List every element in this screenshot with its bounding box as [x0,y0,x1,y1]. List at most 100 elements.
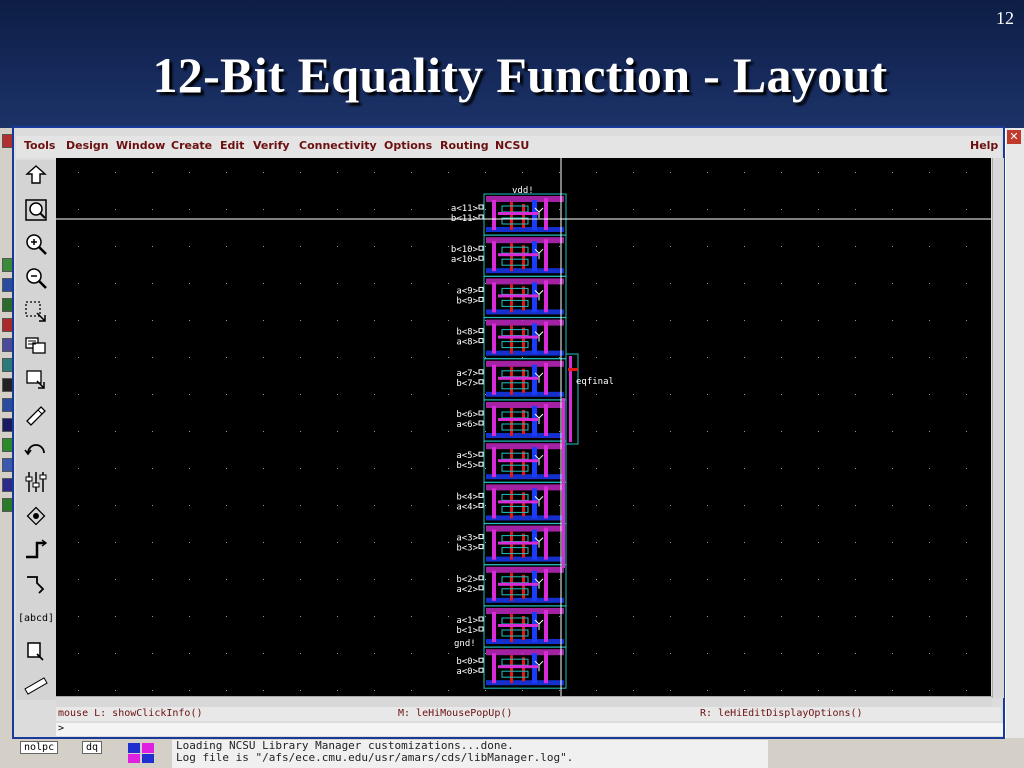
metal2-strap [544,404,548,436]
metal2-rail [486,566,564,573]
taskbar-item[interactable]: nolpc [20,741,59,754]
pin-label: b<5> [456,461,478,471]
menu-ncsu[interactable]: NCSU [495,139,529,152]
pin-label: b<8> [456,328,478,338]
gnd-label: gnd! [454,639,476,649]
metal2-rail [486,608,564,614]
pin-label: a<5> [456,451,478,461]
pin-label: b<7> [456,379,478,389]
polygon-icon[interactable] [21,570,51,598]
pin-label: b<0> [456,657,478,667]
metal2-strap [544,527,548,560]
pin-label: a<10> [451,255,479,265]
status-mouse-middle: M: leHiMousePopUp() [398,708,513,719]
delete-icon[interactable] [21,400,51,428]
metal2-rail [486,484,564,491]
pin-marker [478,451,484,457]
pin-marker [478,420,484,426]
pin-label: a<2> [456,585,478,595]
metal2-strap [492,447,496,478]
menu-verify[interactable]: Verify [253,139,290,152]
menu-routing[interactable]: Routing [440,139,489,152]
pin-label: b<10> [451,245,479,255]
menu-create[interactable]: Create [171,139,212,152]
layout-canvas[interactable]: a<11> b<11> b<10> a<10> a<9> b<9> b<8> a<8> a<7>… [56,158,991,696]
slide-header: 12-Bit Equality Function - Layout 12 [0,0,1024,128]
pin-marker [478,286,484,292]
metal2-wire [498,459,538,463]
menu-tools[interactable]: Tools [24,139,55,152]
stretch-icon[interactable] [21,298,51,326]
pin-marker [478,575,484,581]
move-icon[interactable] [21,366,51,394]
metal2-wire [498,335,538,339]
layout-editor-window: Tools Design Window Create Edit Verify C… [12,126,1005,739]
metal2-strap [492,406,496,436]
metal2-wire [498,665,538,669]
pin-marker [478,667,484,673]
layout-drawing: a<11>b<11> b<10>a<10> a<9>b<9> b<8>a<8> a<7>… [56,158,991,696]
metal1-strap [532,488,537,519]
metal2-wire [498,253,538,257]
metal2-rail [486,319,564,326]
pin-marker [478,338,484,344]
pin-marker [478,204,484,210]
pin-marker [478,626,484,632]
metal2-rail [486,360,564,367]
save-icon[interactable] [21,162,51,190]
menu-window[interactable]: Window [116,139,165,152]
metal2-wire [498,582,538,586]
pin-marker [478,379,484,385]
metal2-strap [544,239,548,272]
metal2-wire [498,294,538,298]
menu-design[interactable]: Design [66,139,109,152]
pin-marker [478,657,484,663]
pin-label: a<1> [456,616,478,626]
background-taskbar: nolpc dq [12,740,136,766]
metal2-rail [486,237,564,244]
fit-view-icon[interactable] [21,196,51,224]
metal2-wire [498,541,538,545]
pin-marker [478,492,484,498]
vertical-scrollbar[interactable] [992,158,1004,698]
metal2-strap [544,445,548,478]
pin-marker [478,616,484,622]
metal2-wire [498,500,538,504]
pin-marker [478,410,484,416]
rectangle-icon[interactable] [21,638,51,666]
pin-label: b<1> [456,626,478,636]
taskbar-item[interactable]: dq [82,741,103,754]
zoom-out-icon[interactable] [21,264,51,292]
label-icon[interactable]: [abcd] [18,604,54,632]
output-label: eqfinal [576,377,614,387]
pin-marker [478,296,484,302]
menu-connectivity[interactable]: Connectivity [299,139,377,152]
zoom-in-icon[interactable] [21,230,51,258]
close-icon[interactable]: ✕ [1007,130,1021,144]
metal2-wire [498,624,538,627]
copy-icon[interactable] [21,332,51,360]
path-icon[interactable] [21,536,51,564]
metal2-strap [544,198,548,230]
metal2-strap [544,651,548,684]
instance-icon[interactable] [21,502,51,530]
ciw-log-line: Log file is "/afs/ece.cmu.edu/usr/amars/… [176,751,574,764]
ruler-icon[interactable] [21,672,51,700]
menu-options[interactable]: Options [384,139,432,152]
metal2-wire [562,398,565,568]
pin-label: a<6> [456,420,478,430]
menubar: Tools Design Window Create Edit Verify C… [16,136,1001,158]
undo-icon[interactable] [21,434,51,462]
horizontal-scrollbar[interactable] [56,696,992,707]
pin-marker [478,585,484,591]
pin-marker [478,214,484,220]
command-line[interactable]: > [56,723,1003,736]
vdd-label: vdd! [512,186,534,196]
menu-edit[interactable]: Edit [220,139,244,152]
menu-help[interactable]: Help [970,139,998,152]
metal2-strap [544,568,548,601]
metal2-strap [492,364,496,395]
metal2-strap [492,488,496,519]
layer-swatches [126,741,166,765]
property-icon[interactable] [21,468,51,496]
